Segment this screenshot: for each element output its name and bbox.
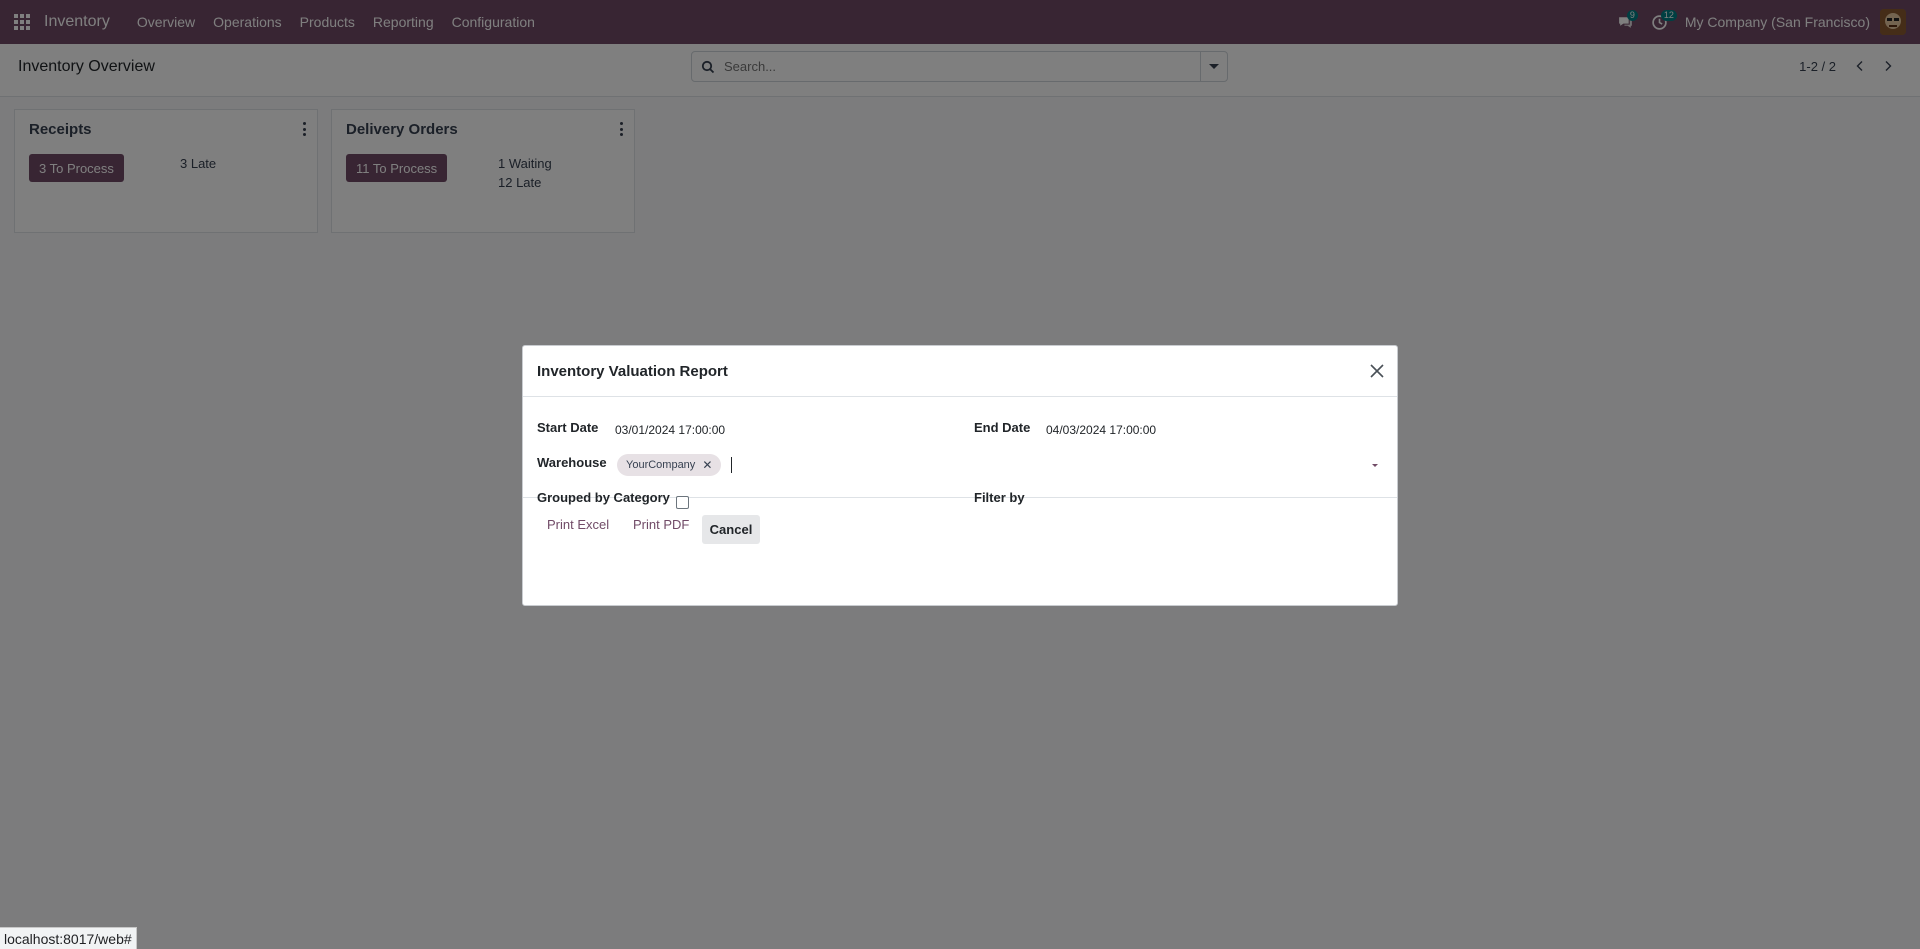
inventory-valuation-dialog: Inventory Valuation Report Start Date 03…	[522, 345, 1398, 606]
close-icon	[1370, 364, 1384, 378]
tag-remove-icon[interactable]: ✕	[702, 458, 712, 472]
warehouse-dropdown-icon[interactable]	[1372, 464, 1378, 467]
warehouse-tag-label: YourCompany	[626, 459, 696, 471]
status-bar-url: localhost:8017/web#	[0, 927, 137, 949]
warehouse-tag: YourCompany ✕	[617, 454, 722, 476]
start-date-field[interactable]: 03/01/2024 17:00:00	[615, 423, 725, 437]
print-excel-button[interactable]: Print Excel	[547, 517, 609, 532]
end-date-label: End Date	[974, 420, 1031, 435]
print-pdf-button[interactable]: Print PDF	[633, 517, 689, 532]
close-button[interactable]	[1369, 363, 1385, 379]
cancel-button[interactable]: Cancel	[702, 515, 760, 544]
warehouse-input[interactable]	[731, 457, 732, 473]
end-date-field[interactable]: 04/03/2024 17:00:00	[1046, 423, 1156, 437]
warehouse-label: Warehouse	[537, 455, 607, 470]
modal-header: Inventory Valuation Report	[523, 346, 1397, 397]
modal-body: Start Date 03/01/2024 17:00:00 End Date …	[523, 397, 1397, 509]
modal-title: Inventory Valuation Report	[537, 363, 728, 380]
start-date-label: Start Date	[537, 420, 599, 435]
modal-footer: Print Excel Print PDF Cancel	[523, 498, 1397, 556]
